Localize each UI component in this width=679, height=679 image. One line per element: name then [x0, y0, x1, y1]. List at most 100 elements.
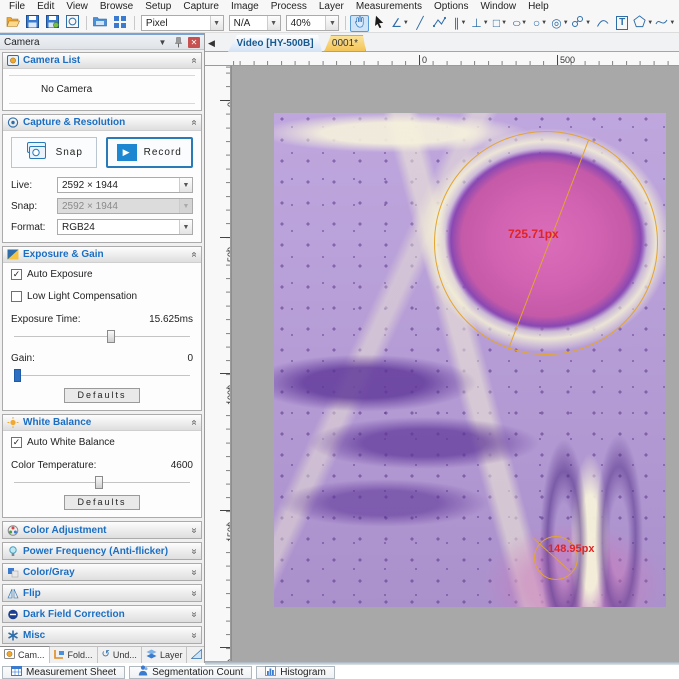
low-light-checkbox[interactable]	[11, 291, 22, 302]
ring-link-tool-button[interactable]: ▼	[570, 15, 591, 32]
menu-edit[interactable]: Edit	[31, 0, 60, 14]
section-header-exposure[interactable]: Exposure & Gain «	[3, 247, 201, 263]
section-header-power-frequency[interactable]: Power Frequency (Anti-flicker) «	[3, 543, 201, 559]
polyline-tool-button[interactable]	[430, 15, 449, 32]
menu-options[interactable]: Options	[428, 0, 474, 14]
auto-exposure-checkbox[interactable]: ✓	[11, 269, 22, 280]
section-header-white-balance[interactable]: White Balance «	[3, 415, 201, 431]
section-header-flip[interactable]: Flip «	[3, 585, 201, 601]
slider-thumb[interactable]	[14, 369, 21, 382]
tab-video[interactable]: Video [HY-500B]	[228, 35, 322, 52]
live-resolution-combo[interactable]: 2592 × 1944▼	[57, 177, 193, 193]
perpendicular-tool-button[interactable]: ⊥▼	[470, 15, 489, 32]
histogram-tab[interactable]: Histogram	[256, 666, 335, 679]
segmentation-count-tab[interactable]: Segmentation Count	[129, 666, 252, 679]
tab-capture-0001[interactable]: 0001*	[324, 35, 366, 52]
measure-label-small[interactable]: 148.95px	[548, 543, 594, 555]
polygon-tool-button[interactable]: ▼	[633, 15, 654, 32]
wb-defaults-button[interactable]: Defaults	[64, 495, 140, 510]
section-title: Misc	[23, 630, 187, 641]
select-tool-button[interactable]	[370, 15, 389, 32]
format-combo[interactable]: RGB24▼	[57, 219, 193, 235]
open-folder-icon	[6, 16, 20, 31]
live-label: Live:	[11, 180, 57, 191]
line-tool-button[interactable]: ╱	[410, 15, 429, 32]
browse-button[interactable]	[91, 15, 110, 32]
parallel-lines-tool-button[interactable]: ∥▼	[450, 15, 469, 32]
angle-icon: ∠	[391, 17, 402, 29]
zoom-combo[interactable]: ▼40%	[286, 15, 340, 31]
menu-capture[interactable]: Capture	[177, 0, 225, 14]
section-header-color-gray[interactable]: Color/Gray «	[3, 564, 201, 580]
panel-tab-strip: Cam... Fold... ↺ Und... Layer Mea...	[0, 646, 204, 663]
curve-tool-button[interactable]: ▼	[655, 15, 676, 32]
menu-browse[interactable]: Browse	[94, 0, 139, 14]
image-canvas[interactable]: 725.71px 148.95px	[231, 66, 679, 661]
snap-button[interactable]: Snap	[11, 137, 97, 168]
section-header-dark-field[interactable]: Dark Field Correction «	[3, 606, 201, 622]
section-title: Dark Field Correction	[23, 609, 187, 620]
circle-tool-button[interactable]: ○▼	[530, 15, 549, 32]
text-tool-button[interactable]: T	[613, 15, 632, 32]
section-header-misc[interactable]: Misc «	[3, 627, 201, 643]
thumbnail-grid-button[interactable]	[111, 15, 130, 32]
concentric-circles-tool-button[interactable]: ◎▼	[550, 15, 569, 32]
table-grid-icon	[11, 666, 22, 679]
exposure-time-slider[interactable]	[14, 329, 190, 344]
save-icon	[26, 15, 39, 31]
record-button[interactable]: ▶ Record	[106, 137, 194, 168]
layers-icon	[146, 649, 157, 661]
menu-setup[interactable]: Setup	[139, 0, 177, 14]
panel-menu-icon[interactable]: ▼	[156, 36, 169, 48]
close-icon[interactable]: ✕	[188, 37, 200, 48]
arc-tool-button[interactable]	[593, 15, 612, 32]
slider-thumb[interactable]	[107, 330, 115, 343]
measure-label-large[interactable]: 725.71px	[508, 227, 559, 241]
tab-camera[interactable]: Cam...	[0, 646, 50, 663]
angle-tool-button[interactable]: ∠▼	[390, 15, 409, 32]
live-resolution-row: Live: 2592 × 1944▼	[3, 175, 201, 195]
menu-view[interactable]: View	[60, 0, 94, 14]
save-as-button[interactable]	[43, 15, 62, 32]
hand-tool-button[interactable]	[350, 15, 369, 32]
record-label: Record	[144, 147, 182, 158]
menu-layer[interactable]: Layer	[313, 0, 350, 14]
auto-wb-checkbox[interactable]: ✓	[11, 437, 22, 448]
color-temp-slider[interactable]	[14, 475, 190, 490]
exposure-defaults-button[interactable]: Defaults	[64, 388, 140, 403]
section-header-camera-list[interactable]: Camera List «	[3, 53, 201, 69]
measurement-sheet-tab[interactable]: Measurement Sheet	[2, 666, 125, 679]
menu-process[interactable]: Process	[265, 0, 313, 14]
section-header-color-adjustment[interactable]: Color Adjustment «	[3, 522, 201, 538]
open-file-button[interactable]	[3, 15, 22, 32]
menu-help[interactable]: Help	[522, 0, 555, 14]
pixel-unit-combo[interactable]: Pixel▼	[141, 15, 224, 31]
pin-icon[interactable]	[172, 36, 185, 48]
tab-undo-redo[interactable]: ↺ Und...	[98, 647, 142, 663]
flip-icon	[7, 588, 19, 599]
calibration-combo[interactable]: ▼N/A	[229, 15, 281, 31]
menu-file[interactable]: File	[3, 0, 31, 14]
rectangle-tool-button[interactable]: □▼	[490, 15, 509, 32]
section-dark-field: Dark Field Correction «	[2, 605, 202, 623]
menu-window[interactable]: Window	[474, 0, 522, 14]
ellipse-tool-button[interactable]: ○▼	[510, 15, 529, 32]
section-title: Color/Gray	[23, 567, 187, 578]
save-button[interactable]	[23, 15, 42, 32]
slider-thumb[interactable]	[95, 476, 103, 489]
chevron-down-icon: ▼	[521, 20, 527, 26]
measure-circle-large[interactable]	[434, 131, 658, 355]
tab-layer[interactable]: Layer	[142, 647, 188, 663]
image-preview-button[interactable]	[63, 15, 82, 32]
tab-folders[interactable]: Fold...	[50, 647, 98, 663]
menu-measurements[interactable]: Measurements	[350, 0, 428, 14]
section-header-capture[interactable]: Capture & Resolution «	[3, 115, 201, 131]
gain-slider[interactable]	[14, 368, 190, 383]
section-flip: Flip «	[2, 584, 202, 602]
dark-field-icon	[7, 609, 19, 620]
format-row: Format: RGB24▼	[3, 217, 201, 241]
tab-scroll-left-icon[interactable]: ◀	[208, 37, 218, 49]
slider-track	[14, 375, 190, 376]
menu-image[interactable]: Image	[225, 0, 265, 14]
camera-tab-icon	[4, 649, 15, 661]
